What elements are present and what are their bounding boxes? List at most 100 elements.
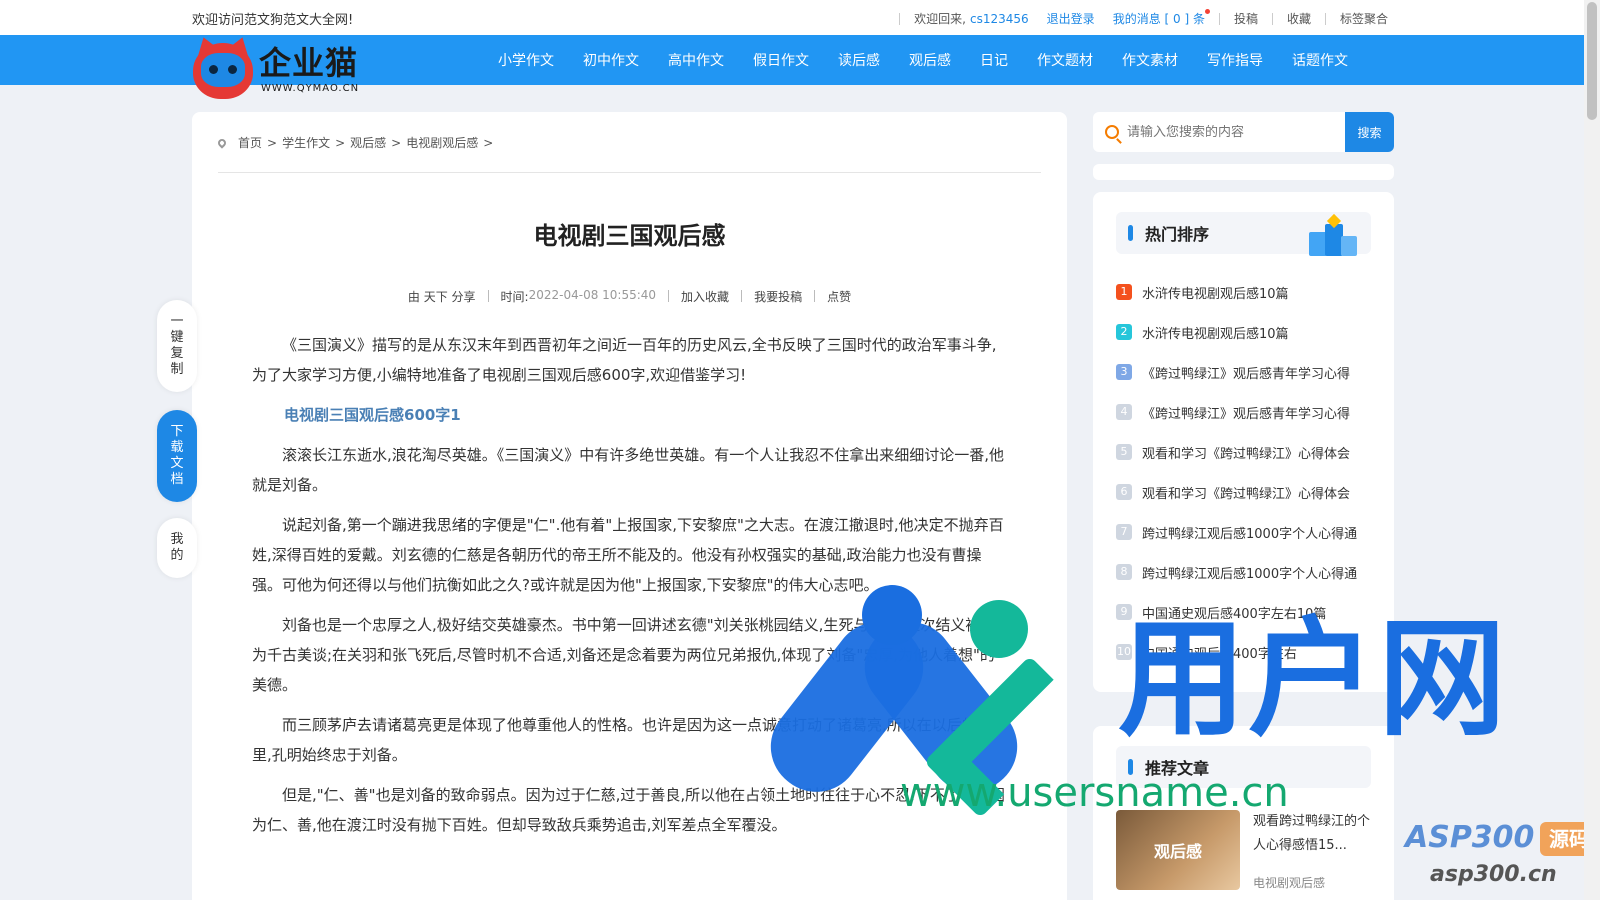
hot-item-title[interactable]: 中国通史观后感400字左右10篇	[1142, 603, 1326, 622]
article-intro: 《三国演义》描写的是从东汉末年到西晋初年之间近一百年的历史风云,全书反映了三国时…	[252, 336, 997, 384]
search-input[interactable]	[1127, 124, 1345, 140]
article-paragraph: 但是,"仁、善"也是刘备的致命弱点。因为过于仁慈,过于善良,所以他在占领土地时往…	[252, 786, 1005, 834]
article-paragraph: 而三顾茅庐去请诸葛亮更是体现了他尊重他人的性格。也许是因为这一点诚意打动了诸葛亮…	[252, 716, 1007, 764]
search-button[interactable]: 搜索	[1345, 112, 1394, 152]
favorites-link[interactable]: 收藏	[1287, 10, 1311, 27]
hot-list-item[interactable]: 3 《跨过鸭绿江》观后感青年学习心得	[1116, 352, 1357, 392]
hot-list-item[interactable]: 1 水浒传电视剧观后感10篇	[1116, 272, 1357, 312]
article-paragraph: 说起刘备,第一个蹦进我思绪的字便是"仁".他有着"上报国家,下安黎庶"之大志。在…	[252, 516, 1004, 594]
nav-item[interactable]: 小学作文	[498, 50, 554, 70]
rank-badge: 3	[1116, 364, 1132, 380]
page-scrollbar[interactable]	[1584, 0, 1600, 900]
recommend-thumbnail[interactable]: 观后感	[1116, 810, 1240, 890]
divider	[1324, 12, 1326, 25]
article-paragraph: 刘备也是一个忠厚之人,极好结交英雄豪杰。书中第一回讲述玄德"刘关张桃园结义,生死…	[252, 616, 996, 694]
logo-domain: WWW.QYMAO.CN	[261, 83, 360, 94]
site-logo[interactable]: 企业猫 WWW.QYMAO.CN	[193, 43, 359, 99]
tags-link[interactable]: 标签聚合	[1340, 10, 1388, 27]
messages-link[interactable]: 我的消息 [ 0 ] 条	[1113, 9, 1210, 27]
recommend-panel: 推荐文章 观后感 观看跨过鸭绿江的个人心得感悟15... 电视剧观后感	[1093, 726, 1394, 900]
logo-brand: 企业猫	[259, 44, 359, 82]
watermark-asp: ASP300	[1405, 820, 1535, 855]
mine-label: 我的	[170, 532, 184, 563]
nav-item[interactable]: 写作指导	[1207, 50, 1263, 70]
recommend-item-title[interactable]: 观看跨过鸭绿江的个人心得感悟15...	[1253, 810, 1373, 858]
hot-list-item[interactable]: 2 水浒传电视剧观后感10篇	[1116, 312, 1357, 352]
thumb-label: 观后感	[1153, 842, 1202, 861]
breadcrumb: 首页 > 学生作文 > 观后感 > 电视剧观后感 >	[216, 134, 498, 151]
mine-button[interactable]: 我的	[157, 518, 197, 578]
article-title: 电视剧三国观后感	[533, 222, 726, 250]
nav-item[interactable]: 假日作文	[753, 50, 809, 70]
divider	[218, 172, 1041, 173]
hot-ranking-panel: 热门排序 1 水浒传电视剧观后感10篇 2 水浒传电视剧观后感10篇 3 《跨过鸭绿江》观…	[1093, 192, 1394, 692]
article-meta: 由 天下 分享 时间: 2022-04-08 10:55:40 加入收藏 我要投…	[192, 288, 1067, 305]
recommend-header: 推荐文章	[1116, 746, 1371, 788]
recommend-title: 推荐文章	[1145, 759, 1210, 778]
divider	[1271, 12, 1273, 25]
hot-ranking-list: 1 水浒传电视剧观后感10篇 2 水浒传电视剧观后感10篇 3 《跨过鸭绿江》观后感青年学…	[1116, 272, 1357, 672]
time-label: 时间:	[500, 290, 529, 304]
article-time: 2022-04-08 10:55:40	[528, 288, 657, 302]
hot-item-title[interactable]: 水浒传电视剧观后感10篇	[1142, 283, 1289, 302]
cubes-icon	[1301, 213, 1361, 256]
nav-item[interactable]: 作文题材	[1037, 50, 1093, 70]
nav-item[interactable]: 高中作文	[668, 50, 724, 70]
hot-item-title[interactable]: 《跨过鸭绿江》观后感青年学习心得	[1142, 403, 1350, 422]
cat-logo-icon	[193, 43, 253, 99]
hot-list-item[interactable]: 6 观看和学习《跨过鸭绿江》心得体会	[1116, 472, 1357, 512]
hot-item-title[interactable]: 跨过鸭绿江观后感1000字个人心得通	[1142, 523, 1357, 542]
copy-button[interactable]: 一键复制	[157, 300, 197, 392]
hot-ranking-title: 热门排序	[1145, 225, 1210, 244]
hot-item-title[interactable]: 观看和学习《跨过鸭绿江》心得体会	[1142, 483, 1350, 502]
top-bar: 欢迎访问范文狗范文大全网! 欢迎回来, cs123456 退出登录 我的消息 […	[0, 0, 1600, 35]
watermark-asp-domain: asp300.cn	[1430, 862, 1557, 887]
article-author: 由 天下 分享	[407, 290, 476, 304]
breadcrumb-home[interactable]: 首页	[238, 134, 262, 151]
hot-item-title[interactable]: 观看和学习《跨过鸭绿江》心得体会	[1142, 443, 1350, 462]
recommend-item-category: 电视剧观后感	[1253, 876, 1326, 890]
hot-list-item[interactable]: 10 中国通史观后感400字左右	[1116, 632, 1357, 672]
nav-item[interactable]: 读后感	[838, 50, 880, 70]
search-icon	[1105, 125, 1119, 139]
nav-item[interactable]: 日记	[980, 50, 1008, 70]
rank-badge: 7	[1116, 524, 1132, 540]
hot-item-title[interactable]: 水浒传电视剧观后感10篇	[1142, 323, 1289, 342]
download-button[interactable]: 下载文档	[157, 410, 197, 502]
nav-item[interactable]: 观后感	[909, 50, 951, 70]
welcome-text: 欢迎访问范文狗范文大全网!	[192, 13, 354, 28]
nav-item[interactable]: 话题作文	[1292, 50, 1348, 70]
hot-list-item[interactable]: 9 中国通史观后感400字左右10篇	[1116, 592, 1357, 632]
nav-item[interactable]: 初中作文	[583, 50, 639, 70]
hot-item-title[interactable]: 《跨过鸭绿江》观后感青年学习心得	[1142, 363, 1350, 382]
breadcrumb-tv-review[interactable]: 电视剧观后感	[406, 134, 478, 151]
rank-badge: 1	[1116, 284, 1132, 300]
top-user-links: 欢迎回来, cs123456 退出登录 我的消息 [ 0 ] 条 投稿 收藏 标…	[885, 9, 1388, 27]
breadcrumb-student[interactable]: 学生作文	[282, 134, 330, 151]
rank-badge: 10	[1116, 644, 1132, 660]
hot-list-item[interactable]: 5 观看和学习《跨过鸭绿江》心得体会	[1116, 432, 1357, 472]
rank-badge: 8	[1116, 564, 1132, 580]
submit-link[interactable]: 投稿	[1234, 10, 1258, 27]
rank-badge: 4	[1116, 404, 1132, 420]
hot-list-item[interactable]: 8 跨过鸭绿江观后感1000字个人心得通	[1116, 552, 1357, 592]
logout-link[interactable]: 退出登录	[1047, 10, 1095, 27]
nav-menu: 小学作文 初中作文 高中作文 假日作文 读后感 观后感 日记 作文题材 作文素材…	[498, 35, 1377, 85]
article-content: 《三国演义》描写的是从东汉末年到西晋初年之间近一百年的历史风云,全书反映了三国时…	[252, 330, 1007, 850]
location-pin-icon	[216, 136, 228, 149]
section-title: 电视剧三国观后感600字1	[284, 406, 461, 424]
username-link[interactable]: cs123456	[970, 12, 1029, 26]
nav-item[interactable]: 作文素材	[1122, 50, 1178, 70]
hot-list-item[interactable]: 7 跨过鸭绿江观后感1000字个人心得通	[1116, 512, 1357, 552]
notification-dot	[1204, 9, 1210, 14]
like-link[interactable]: 点赞	[827, 288, 851, 305]
article-panel: 首页 > 学生作文 > 观后感 > 电视剧观后感 > 电视剧三国观后感 由 天下 分享 …	[192, 112, 1067, 900]
submit-article-link[interactable]: 我要投稿	[754, 288, 802, 305]
add-favorite-link[interactable]: 加入收藏	[681, 288, 729, 305]
scrollbar-thumb[interactable]	[1587, 2, 1597, 120]
breadcrumb-review[interactable]: 观后感	[350, 134, 386, 151]
hot-item-title[interactable]: 中国通史观后感400字左右	[1142, 643, 1297, 662]
hot-list-item[interactable]: 4 《跨过鸭绿江》观后感青年学习心得	[1116, 392, 1357, 432]
greeting-text: 欢迎回来,	[914, 12, 966, 26]
hot-item-title[interactable]: 跨过鸭绿江观后感1000字个人心得通	[1142, 563, 1357, 582]
